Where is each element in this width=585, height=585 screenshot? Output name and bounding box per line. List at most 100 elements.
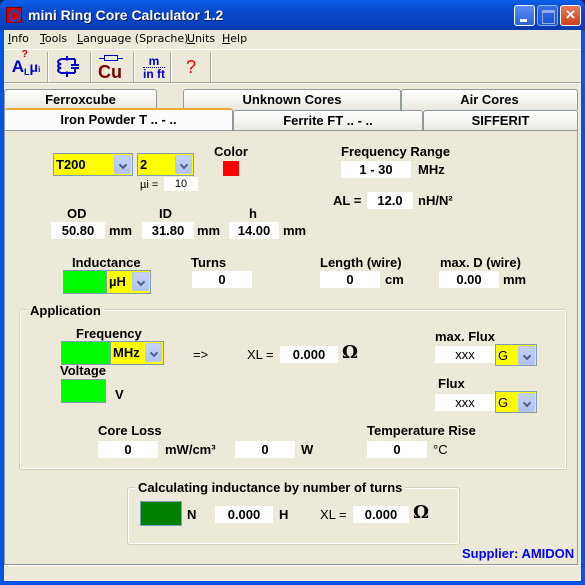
wire-length-value: 0	[320, 271, 380, 288]
turns-calc-xl-label: XL =	[320, 507, 347, 522]
frequency-range-unit: MHz	[418, 162, 445, 177]
id-value: 31.80	[142, 222, 194, 239]
minimize-button[interactable]	[514, 5, 535, 26]
status-bar	[4, 565, 581, 581]
turns-calc-inductance-value: 0.000	[215, 506, 273, 523]
chevron-down-icon[interactable]	[145, 343, 162, 362]
core-loss-value: 0	[98, 441, 158, 458]
id-label: ID	[159, 206, 172, 221]
chevron-down-icon[interactable]	[132, 272, 149, 291]
window-title: mini Ring Core Calculator 1.2	[28, 7, 224, 23]
max-wire-diameter-unit: mm	[503, 272, 527, 287]
color-swatch	[223, 161, 239, 176]
xl-label: XL =	[247, 347, 274, 362]
frequency-unit-dropdown[interactable]: MHz	[110, 341, 164, 365]
al-mu-icon: AL? μi	[11, 49, 41, 77]
chevron-down-icon[interactable]	[518, 393, 535, 412]
od-unit: mm	[109, 223, 133, 238]
voltage-label: Voltage	[60, 363, 106, 378]
mu-label: µi =	[140, 179, 159, 191]
tab-unknown-cores[interactable]: Unknown Cores	[183, 89, 401, 110]
maximize-button[interactable]	[537, 5, 558, 26]
ohm-symbol: Ω	[413, 502, 430, 523]
menu-help[interactable]: Help	[222, 32, 247, 45]
lc-circuit-tool-button[interactable]	[50, 52, 88, 82]
toolbar-separator	[210, 52, 212, 82]
core-loss-watts-value: 0	[235, 441, 295, 458]
xl-value: 0.000	[280, 346, 338, 363]
menu-tools[interactable]: Tools	[40, 32, 67, 45]
help-tool-button[interactable]: ?	[172, 52, 210, 82]
core-size-dropdown[interactable]: T200	[53, 153, 133, 176]
chevron-down-icon[interactable]	[114, 155, 131, 174]
flux-label: Flux	[438, 376, 465, 391]
h-label: h	[249, 206, 257, 221]
al-unit: nH/N²	[418, 193, 453, 208]
tab-air-cores[interactable]: Air Cores	[401, 89, 578, 110]
core-loss-unit: mW/cm³	[165, 442, 216, 457]
max-flux-value: xxx	[435, 346, 495, 363]
menu-bar: Info Tools Language (Sprache) Units Help	[4, 30, 581, 49]
menu-units-label: nits	[195, 32, 216, 45]
al-mu-tool-button[interactable]: AL? μi	[7, 49, 45, 82]
turns-number-input[interactable]	[140, 501, 182, 526]
frequency-input[interactable]	[61, 341, 111, 365]
tab-ferroxcube[interactable]: Ferroxcube	[4, 89, 157, 110]
flux-unit-dropdown[interactable]: G	[495, 391, 537, 413]
od-value: 50.80	[51, 222, 105, 239]
menu-language-label: anguage (Sprache)	[83, 32, 189, 45]
max-wire-diameter-label: max. D (wire)	[440, 255, 521, 270]
temperature-rise-value: 0	[367, 441, 427, 458]
temperature-rise-label: Temperature Rise	[367, 423, 476, 438]
wire-length-label: Length (wire)	[320, 255, 402, 270]
iron-powder-panel: T200 - 2 µi = 10 Color Frequency Range 1…	[4, 130, 578, 565]
voltage-unit: V	[115, 387, 124, 402]
od-label: OD	[67, 206, 87, 221]
wire-length-unit: cm	[385, 272, 404, 287]
max-wire-diameter-value: 0.00	[439, 271, 499, 288]
title-bar[interactable]: mini Ring Core Calculator 1.2 ×	[0, 0, 585, 30]
core-loss-label: Core Loss	[98, 423, 162, 438]
inductance-unit-dropdown[interactable]: µH	[106, 270, 151, 294]
menu-help-label: elp	[230, 32, 248, 45]
menu-units[interactable]: Units	[187, 32, 215, 45]
copper-wire-tool-button[interactable]: Cu	[92, 52, 130, 82]
tab-sifferit[interactable]: SIFFERIT	[423, 110, 578, 131]
tab-ferrite-ft[interactable]: Ferrite FT .. - ..	[233, 110, 423, 131]
h-unit: mm	[283, 223, 307, 238]
ring-core-app-icon[interactable]	[6, 7, 22, 23]
mu-value: 10	[164, 177, 198, 191]
units-icon: m in ft	[143, 53, 165, 81]
al-label: AL =	[333, 193, 362, 208]
arrow-label: =>	[193, 347, 209, 362]
chevron-down-icon[interactable]	[518, 346, 535, 365]
max-flux-label: max. Flux	[435, 329, 495, 344]
help-question-icon: ?	[185, 56, 196, 77]
al-value: 12.0	[367, 192, 413, 209]
turns-calc-group-title: Calculating inductance by number of turn…	[135, 480, 406, 495]
material-dropdown[interactable]: 2	[137, 153, 194, 176]
turns-label: Turns	[191, 255, 227, 270]
toolbar-separator	[47, 52, 49, 82]
core-loss-watts-unit: W	[301, 442, 314, 457]
turns-n-label: N	[187, 507, 197, 522]
voltage-input[interactable]	[61, 379, 106, 403]
inductance-input[interactable]	[63, 270, 107, 294]
turns-value: 0	[192, 271, 252, 288]
max-flux-unit-dropdown[interactable]: G	[495, 344, 537, 366]
frequency-label: Frequency	[76, 326, 142, 341]
menu-info[interactable]: Info	[8, 32, 29, 45]
close-button[interactable]: ×	[560, 5, 581, 26]
id-unit: mm	[197, 223, 221, 238]
units-tool-button[interactable]: m in ft	[135, 52, 173, 82]
color-label: Color	[214, 144, 248, 159]
supplier-label: Supplier: AMIDON	[462, 546, 575, 561]
menu-language[interactable]: Language (Sprache)	[77, 32, 188, 45]
toolbar: AL? μi Cu m in ft ?	[4, 49, 581, 83]
inductance-label: Inductance	[72, 255, 141, 270]
chevron-down-icon[interactable]	[175, 155, 192, 174]
turns-calc-inductance-unit: H	[279, 507, 289, 522]
tab-iron-powder[interactable]: Iron Powder T .. - ..	[4, 108, 233, 130]
frequency-range-value: 1 - 30	[341, 161, 411, 178]
frequency-range-label: Frequency Range	[341, 144, 451, 159]
